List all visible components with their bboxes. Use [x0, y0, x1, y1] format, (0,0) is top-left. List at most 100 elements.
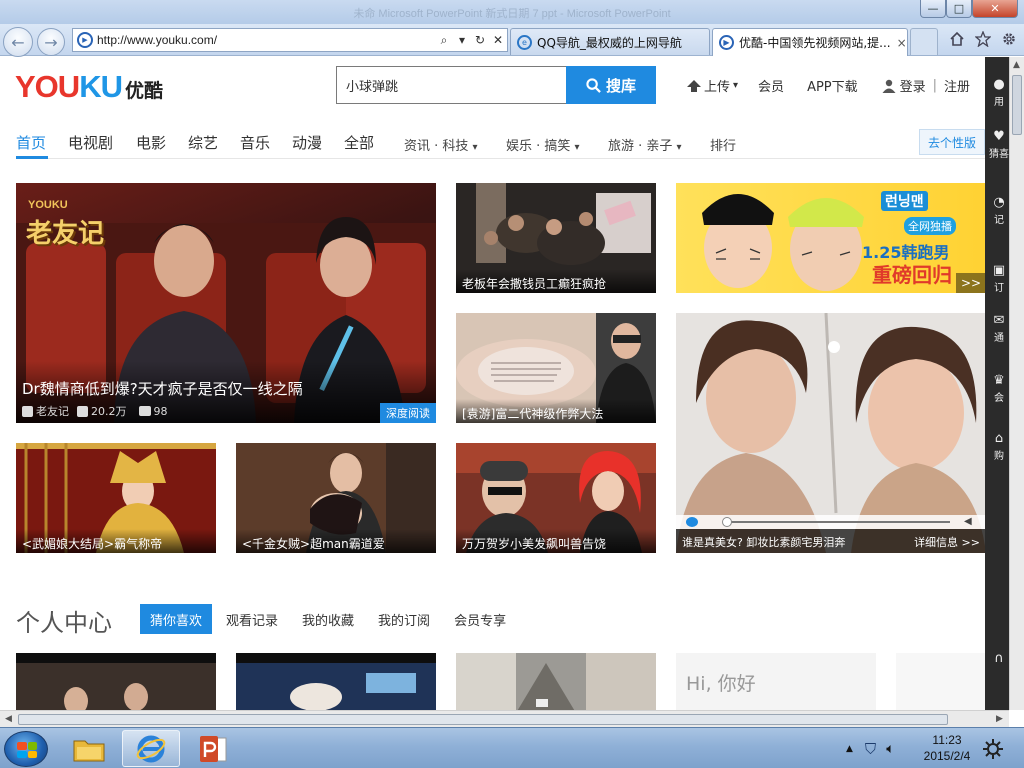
chevron-down-icon: ▾	[733, 80, 739, 91]
register-link[interactable]: 注册	[944, 76, 970, 95]
recommend-thumbnail-1	[16, 653, 216, 710]
video-tile-wanwan[interactable]: 万万贺岁小美发飙叫兽告饶	[456, 443, 656, 553]
recommend-tile-2[interactable]	[236, 653, 436, 710]
search-input[interactable]	[336, 66, 566, 104]
window-title: 未命 Microsoft PowerPoint 新式日期 7 ppt - Mic…	[353, 8, 671, 20]
tab-close-icon[interactable]: ×	[891, 36, 907, 50]
maximize-button[interactable]: □	[946, 0, 972, 18]
personalize-button[interactable]: 去个性版	[919, 129, 985, 155]
scroll-up-icon[interactable]: ▲	[1013, 60, 1020, 70]
feature-channel[interactable]: 老友记	[36, 403, 69, 419]
sidebar-item-support[interactable]: ∩	[989, 651, 1009, 691]
nav-rank[interactable]: 排行	[710, 135, 736, 154]
progress-handle[interactable]	[722, 517, 732, 527]
nav-movie[interactable]: 电影	[136, 132, 166, 153]
nav-news-tech[interactable]: 资讯 · 科技 ▾	[404, 135, 478, 154]
sidebar-item-history[interactable]: ◔ 记	[989, 195, 1009, 235]
video-tile-boss[interactable]: 老板年会撒钱员工癫狂疯抢	[456, 183, 656, 293]
vertical-scrollbar[interactable]: ▲	[1009, 57, 1024, 710]
personal-tabs: 猜你喜欢 观看记录 我的收藏 我的订阅 会员专享	[140, 604, 520, 634]
app-download-link[interactable]: APP下载	[807, 76, 858, 95]
minimize-button[interactable]: —	[920, 0, 946, 18]
nav-home[interactable]: 首页	[16, 132, 46, 153]
dropdown-icon[interactable]: ▾	[453, 33, 471, 47]
tab-favorites[interactable]: 我的收藏	[292, 604, 364, 634]
tab-youku[interactable]: ▶ 优酷-中国领先视频网站,提... ×	[712, 28, 908, 56]
taskbar-internet-explorer[interactable]	[122, 730, 180, 767]
tab-watch-history[interactable]: 观看记录	[216, 604, 288, 634]
address-bar[interactable]: ▶ http://www.youku.com/ ⌕ ▾ ↻ ✕	[72, 28, 508, 52]
scroll-right-icon[interactable]: ▶	[996, 714, 1003, 724]
video-tile-makeup[interactable]: ◀ 谁是真美女? 卸妆比素颜宅男泪奔 详细信息 >>	[676, 313, 985, 553]
volume-icon[interactable]: 🔈︎	[886, 741, 894, 757]
progress-track	[724, 521, 950, 523]
nav-variety[interactable]: 综艺	[188, 132, 218, 153]
youku-play-icon: ▶	[719, 35, 734, 50]
tab-subscriptions[interactable]: 我的订阅	[368, 604, 440, 634]
taskbar-explorer[interactable]	[60, 730, 118, 767]
new-tab-button[interactable]	[910, 28, 938, 55]
video-progress-bar[interactable]: ◀	[676, 515, 985, 529]
login-link[interactable]: 登录	[882, 76, 926, 95]
security-shield-icon[interactable]: ⛉	[865, 740, 876, 758]
video-tile-empress[interactable]: <武媚娘大结局>霸气称帝	[16, 443, 216, 553]
search-icon	[586, 77, 601, 93]
upload-link[interactable]: 上传 ▾	[686, 76, 738, 95]
sidebar-item-user[interactable]: ● 用	[989, 77, 1009, 117]
video-tile-qianjin[interactable]: <千金女贼>超man霸道爱	[236, 443, 436, 553]
stop-icon[interactable]: ✕	[489, 33, 507, 47]
nav-all[interactable]: 全部	[344, 132, 374, 153]
video-tile-nail[interactable]: [袁游]富二代神级作弊大法	[456, 313, 656, 423]
sidebar-item-vip[interactable]: ♛ 会	[989, 373, 1009, 413]
sidebar-item-shop[interactable]: ⌂ 购	[989, 431, 1009, 471]
back-button[interactable]: ←	[3, 27, 33, 57]
member-link[interactable]: 会员	[758, 76, 784, 95]
address-url[interactable]: http://www.youku.com/	[97, 33, 435, 47]
channel-nav: 首页 电视剧 电影 综艺 音乐 动漫 全部 资讯 · 科技 ▾ 娱乐 · 搞笑 …	[16, 127, 985, 159]
tab-guess-you-like[interactable]: 猜你喜欢	[140, 604, 213, 634]
details-link[interactable]: 详细信息 >>	[914, 534, 980, 550]
nav-ent-fun[interactable]: 娱乐 · 搞笑 ▾	[506, 135, 580, 154]
deep-read-badge[interactable]: 深度阅读	[380, 403, 436, 423]
horizontal-scroll-thumb[interactable]	[18, 714, 948, 725]
taskbar-clock[interactable]: 11:23 2015/2/4	[915, 732, 979, 764]
show-desktop-button[interactable]	[978, 732, 1008, 766]
play-icon[interactable]	[686, 517, 698, 527]
sidebar-item-guess[interactable]: ♥ 猜喜	[989, 129, 1009, 169]
sidebar-item-message[interactable]: ✉ 通	[989, 313, 1009, 353]
scroll-left-icon[interactable]: ◀	[5, 714, 12, 724]
folder-icon	[73, 740, 105, 761]
taskbar-powerpoint[interactable]	[184, 730, 242, 767]
close-window-button[interactable]: ✕	[972, 0, 1018, 18]
more-arrow-button[interactable]: >>	[956, 273, 985, 293]
tools-gear-icon[interactable]	[998, 28, 1020, 50]
tab-vip[interactable]: 会员专享	[444, 604, 516, 634]
search-icon[interactable]: ⌕	[435, 33, 453, 48]
back-arrow-icon: ←	[11, 32, 25, 52]
refresh-icon[interactable]: ↻	[471, 33, 489, 47]
forward-button[interactable]: →	[37, 28, 65, 56]
headset-icon: ∩	[994, 651, 1004, 666]
feature-title[interactable]: Dr魏情商低到爆?天才疯子是否仅一线之隔	[22, 378, 303, 399]
nav-travel-kids[interactable]: 旅游 · 亲子 ▾	[608, 135, 682, 154]
home-icon[interactable]	[946, 28, 968, 50]
sidebar-item-subscribe[interactable]: ▣ 订	[989, 263, 1009, 303]
start-button[interactable]	[4, 731, 48, 767]
nav-tv[interactable]: 电视剧	[68, 132, 113, 153]
vertical-scroll-thumb[interactable]	[1012, 75, 1022, 135]
video-tile-running-man[interactable]: 런닝맨 全网独播 1.25韩跑男 重磅回归 >>	[676, 183, 985, 293]
recommend-tile-1[interactable]	[16, 653, 216, 710]
volume-icon[interactable]: ◀	[964, 516, 972, 527]
youku-logo[interactable]: YOUKU 优酷	[15, 69, 163, 104]
recommend-tile-3[interactable]	[456, 653, 656, 710]
nav-anime[interactable]: 动漫	[292, 132, 322, 153]
tab-qq-nav[interactable]: e QQ导航_最权威的上网导航	[510, 28, 710, 55]
feature-video-tile[interactable]: YOUKU 老友记 Dr魏情商低到爆?天才疯子是否仅一线之隔 老友记 20.2万…	[16, 183, 436, 423]
favorites-star-icon[interactable]	[972, 28, 994, 50]
horizontal-scrollbar[interactable]: ◀ ▶	[0, 710, 1009, 727]
search-button[interactable]: 搜库	[566, 66, 656, 104]
nav-music[interactable]: 音乐	[240, 132, 270, 153]
tile-caption: <武媚娘大结局>霸气称帝	[16, 529, 216, 553]
tray-expand-icon[interactable]: ▲	[846, 744, 853, 754]
personal-center-title: 个人中心	[16, 609, 112, 637]
